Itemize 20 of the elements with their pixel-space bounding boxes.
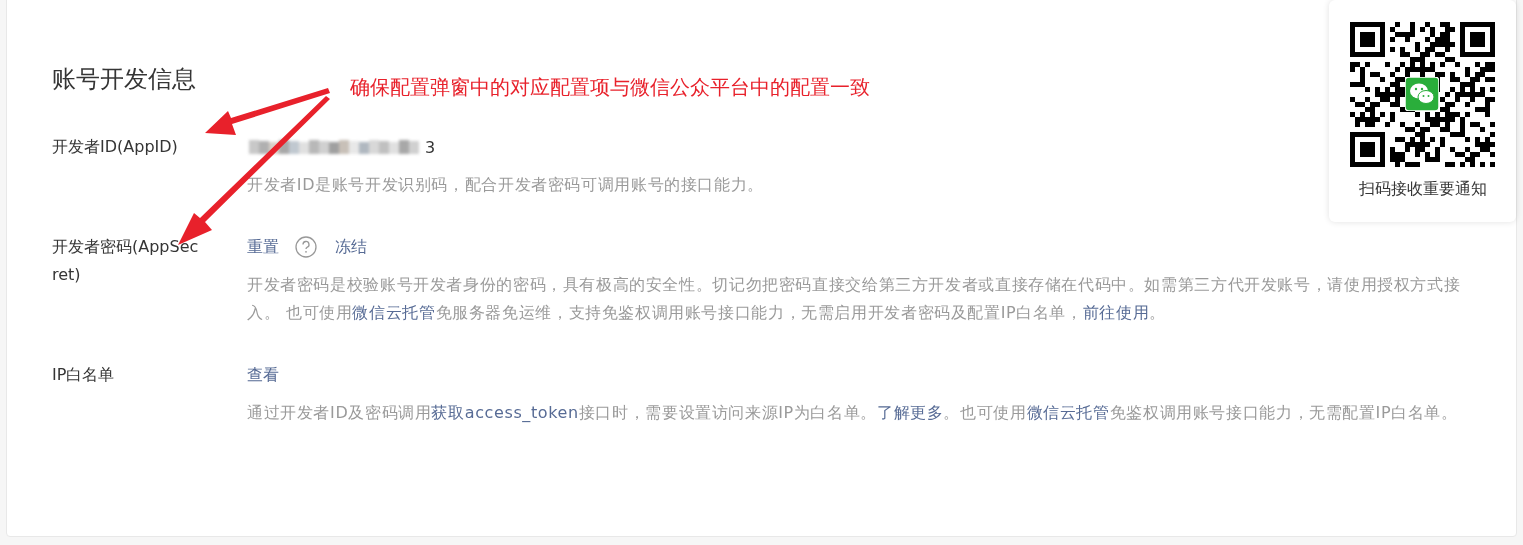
link[interactable]: 了解更多 xyxy=(877,403,944,422)
qr-caption: 扫码接收重要通知 xyxy=(1358,179,1487,200)
action-link[interactable]: 冻结 xyxy=(335,236,367,258)
field-label: IP白名单 xyxy=(52,364,116,386)
help-icon[interactable] xyxy=(295,236,317,258)
action-link[interactable]: 查看 xyxy=(247,364,279,386)
description-text: 开发者ID是账号开发识别码，配合开发者密码可调用账号的接口能力。 xyxy=(247,174,764,196)
field-label: 开发者ID(AppID) xyxy=(52,136,179,158)
annotation-text: 确保配置弹窗中的对应配置项与微信公众平台中的配置一致 xyxy=(350,74,870,101)
chat-bubbles-icon xyxy=(1405,77,1439,111)
link[interactable]: 微信云托管 xyxy=(352,303,436,322)
description-text: 开发者密码是校验账号开发者身份的密码，具有极高的安全性。切记勿把密码直接交给第三方开发者或直接存储在代码中。如需第三方代开发账号，请使用授权方式接入。 也可使用微信云托管免服务器免运维，支持免鉴权调用账号接口能力，无需启用开发者密码及配置IP白名单，前往使用。 xyxy=(247,274,1462,324)
field-label: 开发者密码(AppSecret) xyxy=(52,236,200,286)
link[interactable]: 获取access_token xyxy=(431,403,579,422)
link[interactable]: 前往使用 xyxy=(1082,303,1150,322)
action-link[interactable]: 重置 xyxy=(247,236,279,258)
section-title: 账号开发信息 xyxy=(52,64,196,95)
description-text: 通过开发者ID及密码调用获取access_token接口时，需要设置访问来源IP为白名单。了解更多。也可使用微信云托管免鉴权调用账号接口能力，无需配置IP白名单。 xyxy=(247,402,1458,424)
field-value: 3 xyxy=(425,137,436,157)
link[interactable]: 微信云托管 xyxy=(1026,403,1110,422)
